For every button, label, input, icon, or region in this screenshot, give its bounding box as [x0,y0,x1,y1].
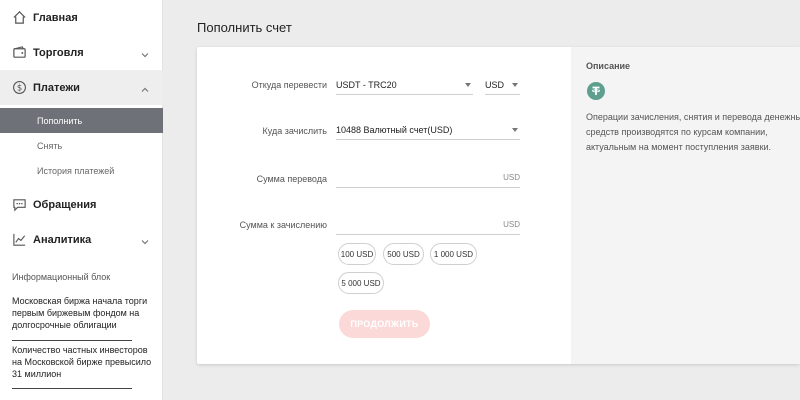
sidebar-item-home[interactable]: Главная [0,0,163,35]
sidebar-subitem-withdraw[interactable]: Снять [0,133,163,158]
from-label: Откуда перевести [251,80,327,90]
sidebar-item-label: Аналитика [33,233,92,246]
news-item[interactable]: Московская биржа начала торги первым бир… [12,295,157,331]
preset-100-button[interactable]: 100 USD [338,243,376,265]
currency-select[interactable]: USD [485,75,520,95]
sidebar-item-trading[interactable]: Торговля [0,35,163,70]
chevron-down-icon [140,47,150,58]
news-item[interactable]: Количество частных инвесторов на Московс… [12,344,157,380]
sidebar-item-requests[interactable]: Обращения [0,187,163,222]
dollar-icon: $ [11,80,27,96]
deposit-form-card: Откуда перевести USDT - TRC20 USD Куда з… [197,47,800,364]
credit-input[interactable]: USD [336,215,520,235]
tether-logo-icon [587,82,605,100]
amount-unit: USD [503,173,520,182]
description-line: средств производятся по курсам компании, [586,127,768,137]
sidebar: Главная Торговля $ Платежи Пополнить Сня… [0,0,163,400]
description-line: актуальным на момент поступления заявки. [586,142,772,152]
wallet-icon [11,45,27,61]
caret-down-icon [465,83,471,87]
preset-1000-button[interactable]: 1 000 USD [430,243,477,265]
from-select[interactable]: USDT - TRC20 [336,75,473,95]
sidebar-item-label: Главная [33,11,78,24]
credit-label: Сумма к зачислению [239,220,327,230]
chevron-up-icon [140,82,150,92]
caret-down-icon [512,128,518,132]
preset-5000-button[interactable]: 5 000 USD [338,272,384,294]
to-select[interactable]: 10488 Валютный счет(USD) [336,120,520,140]
chat-icon [11,197,27,213]
description-line: Операции зачисления, снятия и перевода д… [586,112,800,122]
svg-text:$: $ [16,83,21,93]
sidebar-item-label: Платежи [33,81,80,94]
to-label: Куда зачислить [262,126,327,136]
description-panel: Описание Операции зачисления, снятия и п… [571,47,800,364]
chart-icon [11,232,27,248]
continue-button[interactable]: ПРОДОЛЖИТЬ [339,310,430,338]
amount-input[interactable]: USD [336,168,520,188]
page-title: Пополнить счет [197,20,292,35]
description-text: Операции зачисления, снятия и перевода д… [586,110,800,155]
to-select-value: 10488 Валютный счет(USD) [336,124,453,135]
news-divider [12,388,132,389]
caret-down-icon [512,83,518,87]
currency-select-value: USD [485,79,505,90]
description-title: Описание [586,61,631,71]
news-divider [12,340,132,341]
chevron-down-icon [140,234,150,245]
sidebar-item-label: Торговля [33,46,84,59]
sidebar-subitem-deposit[interactable]: Пополнить [0,108,163,133]
info-block-title: Информационный блок [12,272,111,282]
preset-500-button[interactable]: 500 USD [383,243,424,265]
sidebar-item-label: Обращения [33,198,97,211]
sidebar-item-analytics[interactable]: Аналитика [0,222,163,257]
from-select-value: USDT - TRC20 [336,79,397,90]
home-icon [11,10,27,26]
amount-label: Сумма перевода [256,174,327,184]
sidebar-item-payments[interactable]: $ Платежи [0,70,163,105]
sidebar-subitem-history[interactable]: История платежей [0,158,163,183]
credit-unit: USD [503,220,520,229]
